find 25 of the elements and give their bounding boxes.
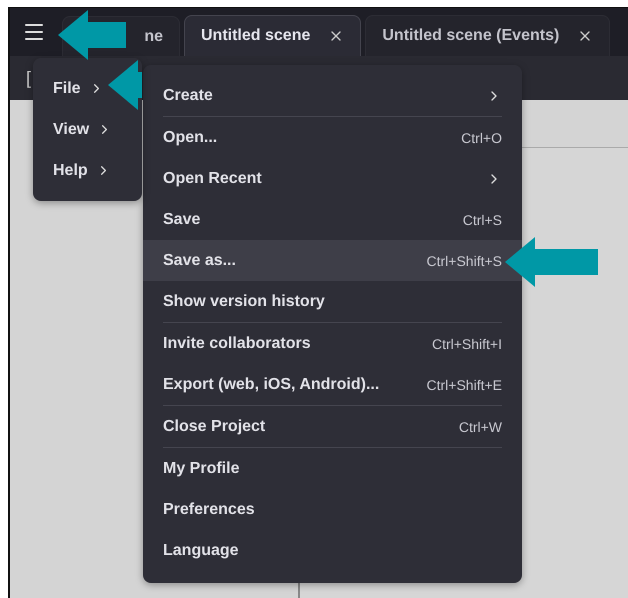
menu-item[interactable]: Open... Ctrl+O [143, 117, 522, 158]
menu-item[interactable]: View [53, 109, 112, 150]
arrow-annotation-icon [505, 237, 598, 287]
menu-item[interactable]: Close Project Ctrl+W [143, 406, 522, 447]
tab[interactable]: Untitled scene [184, 15, 362, 56]
menu-item[interactable]: Open Recent [143, 158, 522, 199]
shortcut-text: Ctrl+Shift+S [426, 252, 502, 268]
menu-item[interactable]: Export (web, iOS, Android)... Ctrl+Shift+E [143, 364, 522, 405]
menu-item[interactable]: Language [143, 530, 522, 571]
shortcut-text: Ctrl+W [458, 418, 502, 434]
menu-item[interactable]: File [53, 68, 104, 109]
shortcut-text: Ctrl+Shift+I [432, 336, 502, 352]
shortcut-text: Ctrl+O [461, 130, 502, 146]
menu-item[interactable]: Save Ctrl+S [143, 199, 522, 240]
menu-item[interactable]: Invite collaborators Ctrl+Shift+I [143, 323, 522, 364]
menu-item[interactable]: Preferences [143, 489, 522, 530]
menu-item[interactable]: Create [143, 75, 522, 116]
shortcut-text: Ctrl+S [462, 212, 502, 228]
menu-item[interactable]: Save as... Ctrl+Shift+S [143, 240, 522, 281]
tab[interactable]: Untitled scene (Events) [365, 15, 610, 56]
menu-item[interactable]: My Profile [143, 448, 522, 489]
shortcut-text: Ctrl+Shift+E [426, 376, 502, 392]
menu-item[interactable]: Show version history [143, 281, 522, 322]
toolbar-fragment: [ [26, 68, 32, 88]
menu-item[interactable]: Help [53, 150, 111, 191]
